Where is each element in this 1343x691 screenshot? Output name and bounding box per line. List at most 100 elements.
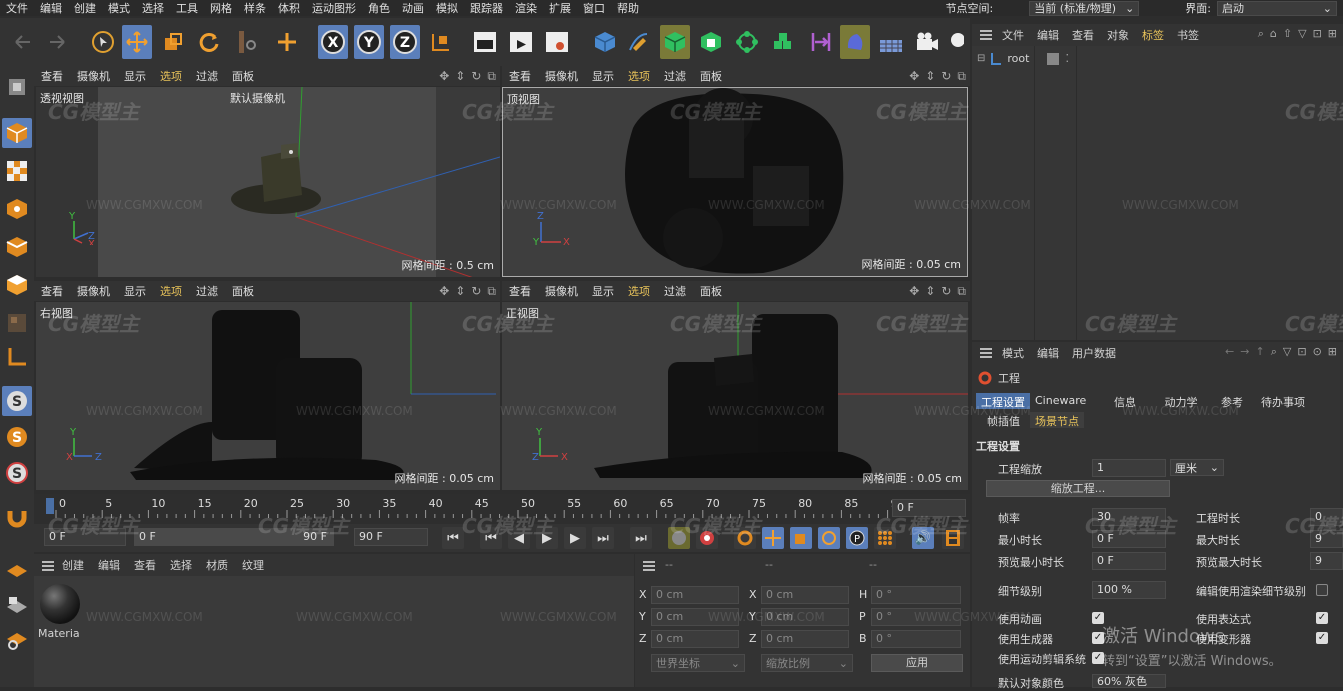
floor-button[interactable] bbox=[876, 25, 906, 59]
lock-icon[interactable]: ⊡ bbox=[1313, 27, 1322, 41]
menu-edit[interactable]: 编辑 bbox=[34, 0, 68, 16]
search-icon[interactable]: ⌕ bbox=[1271, 345, 1277, 359]
vp-menu-filter[interactable]: 过滤 bbox=[189, 283, 225, 299]
edit-tag-icon[interactable] bbox=[1047, 52, 1060, 65]
recent-tool-button[interactable] bbox=[232, 25, 262, 59]
polygon-mode-button[interactable] bbox=[2, 270, 32, 300]
vp-menu-display[interactable]: 显示 bbox=[585, 283, 621, 299]
tab-info[interactable]: 信息 bbox=[1098, 393, 1152, 409]
vp-menu-options[interactable]: 选项 bbox=[621, 283, 657, 299]
preview-max-field[interactable]: 9 bbox=[1310, 552, 1343, 570]
auto-key-button[interactable] bbox=[696, 527, 718, 549]
tab-scene-nodes[interactable]: 场景节点 bbox=[1030, 412, 1084, 428]
x-axis-lock-button[interactable]: X bbox=[318, 25, 348, 59]
render-picture-viewer-button[interactable] bbox=[506, 25, 536, 59]
menu-create[interactable]: 创建 bbox=[68, 0, 102, 16]
up-arrow-icon[interactable]: ⇧ bbox=[1283, 27, 1292, 41]
tab-dynamics[interactable]: 动力学 bbox=[1152, 393, 1210, 409]
keyframe-selection-button[interactable] bbox=[734, 527, 756, 549]
mograph-cloner-button[interactable] bbox=[732, 25, 762, 59]
obj-menu-tags[interactable]: 标签 bbox=[1142, 27, 1164, 43]
size-z-field[interactable]: 0 cm bbox=[761, 630, 849, 648]
menu-icon[interactable] bbox=[643, 561, 655, 571]
menu-volume[interactable]: 体积 bbox=[272, 0, 306, 16]
menu-character[interactable]: 角色 bbox=[362, 0, 396, 16]
transform-tool-button[interactable] bbox=[272, 25, 302, 59]
vp-menu-panel[interactable]: 面板 bbox=[693, 283, 729, 299]
vp-menu-filter[interactable]: 过滤 bbox=[657, 283, 693, 299]
move-view-icon[interactable]: ✥ bbox=[439, 284, 449, 299]
max-frame-field[interactable]: 90 F bbox=[354, 528, 428, 546]
key-param-button[interactable]: P bbox=[846, 527, 868, 549]
frame-range-slider[interactable]: 0 F 90 F bbox=[134, 528, 334, 546]
lock-icon[interactable]: ⊡ bbox=[1297, 345, 1306, 359]
locked-workplane-button[interactable] bbox=[2, 590, 32, 620]
move-view-icon[interactable]: ✥ bbox=[909, 69, 919, 84]
move-tool-button[interactable] bbox=[122, 25, 152, 59]
rotate-tool-button[interactable] bbox=[194, 25, 224, 59]
menu-select[interactable]: 选择 bbox=[136, 0, 170, 16]
rot-h-field[interactable]: 0 ° bbox=[871, 586, 961, 604]
vp-menu-view[interactable]: 查看 bbox=[502, 283, 538, 299]
menu-spline[interactable]: 样条 bbox=[238, 0, 272, 16]
z-axis-lock-button[interactable]: Z bbox=[390, 25, 420, 59]
zoom-view-icon[interactable]: ⇕ bbox=[925, 284, 935, 299]
scale-mode-select[interactable]: 缩放比例 ⌄ bbox=[761, 654, 853, 672]
tab-cineware[interactable]: Cineware bbox=[1030, 393, 1091, 409]
tab-todo[interactable]: 待办事项 bbox=[1256, 393, 1310, 409]
pos-y-field[interactable]: 0 cm bbox=[651, 608, 739, 626]
add-icon[interactable]: ⊞ bbox=[1328, 345, 1337, 359]
field-button[interactable] bbox=[840, 25, 870, 59]
scale-tool-button[interactable] bbox=[158, 25, 188, 59]
expand-icon[interactable]: ⊟ bbox=[977, 53, 985, 64]
use-deformers-checkbox[interactable]: ✓ bbox=[1316, 632, 1328, 644]
deformer-button[interactable] bbox=[806, 25, 836, 59]
rot-b-field[interactable]: 0 ° bbox=[871, 630, 961, 648]
zoom-view-icon[interactable]: ⇕ bbox=[455, 69, 465, 84]
record-button[interactable] bbox=[668, 527, 690, 549]
subdivision-button[interactable] bbox=[660, 25, 690, 59]
film-strip-button[interactable] bbox=[942, 527, 964, 549]
mat-menu-view[interactable]: 查看 bbox=[134, 557, 156, 573]
project-duration-field[interactable]: 0 bbox=[1310, 508, 1343, 526]
coordinate-system-button[interactable] bbox=[426, 25, 456, 59]
previous-key-button[interactable]: ⏮ bbox=[480, 527, 502, 549]
key-pla-button[interactable] bbox=[874, 527, 896, 549]
menu-extensions[interactable]: 扩展 bbox=[543, 0, 577, 16]
timeline-ruler[interactable]: 051015202530354045505560657075808590 0 F bbox=[34, 494, 970, 524]
menu-mesh[interactable]: 网格 bbox=[204, 0, 238, 16]
render-view-button[interactable] bbox=[470, 25, 500, 59]
vp-menu-view[interactable]: 查看 bbox=[34, 283, 70, 299]
menu-render[interactable]: 渲染 bbox=[509, 0, 543, 16]
key-rotation-button[interactable] bbox=[818, 527, 840, 549]
y-axis-lock-button[interactable]: Y bbox=[354, 25, 384, 59]
maximize-view-icon[interactable]: ⧉ bbox=[957, 69, 966, 84]
undo-button[interactable] bbox=[6, 25, 40, 59]
vp-menu-filter[interactable]: 过滤 bbox=[657, 68, 693, 84]
node-space-select[interactable]: 当前 (标准/物理) ⌄ bbox=[1029, 0, 1140, 16]
vp-menu-options[interactable]: 选项 bbox=[153, 283, 189, 299]
menu-mograph[interactable]: 运动图形 bbox=[306, 0, 362, 16]
model-mode-button[interactable] bbox=[2, 118, 32, 148]
size-y-field[interactable]: 0 cm bbox=[761, 608, 849, 626]
redo-button[interactable] bbox=[40, 25, 74, 59]
fps-field[interactable]: 30 bbox=[1092, 508, 1166, 526]
interface-select[interactable]: 启动 ⌄ bbox=[1217, 0, 1337, 16]
apply-button[interactable]: 应用 bbox=[871, 654, 963, 672]
light-button[interactable] bbox=[946, 25, 966, 59]
move-view-icon[interactable]: ✥ bbox=[439, 69, 449, 84]
vp-menu-view[interactable]: 查看 bbox=[502, 68, 538, 84]
edge-mode-button[interactable] bbox=[2, 232, 32, 262]
mat-menu-edit[interactable]: 编辑 bbox=[98, 557, 120, 573]
go-to-start-button[interactable]: ⏮ bbox=[442, 527, 464, 549]
default-color-select[interactable]: 60% 灰色 bbox=[1092, 674, 1166, 688]
go-to-end-button[interactable]: ⏭ bbox=[630, 527, 652, 549]
pin-icon[interactable]: ⊙ bbox=[1313, 345, 1322, 359]
render-lod-checkbox[interactable] bbox=[1316, 584, 1328, 596]
vp-menu-options[interactable]: 选项 bbox=[621, 68, 657, 84]
sound-button[interactable]: 🔊 bbox=[912, 527, 934, 549]
pos-x-field[interactable]: 0 cm bbox=[651, 586, 739, 604]
obj-menu-view[interactable]: 查看 bbox=[1072, 27, 1094, 43]
mat-menu-select[interactable]: 选择 bbox=[170, 557, 192, 573]
zoom-view-icon[interactable]: ⇕ bbox=[925, 69, 935, 84]
